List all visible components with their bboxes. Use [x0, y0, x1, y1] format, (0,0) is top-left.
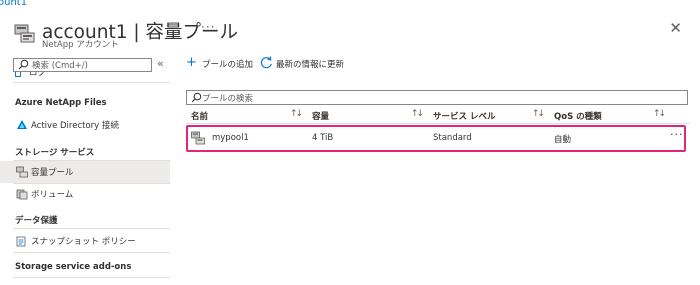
search-icon: [18, 59, 29, 70]
table-header: 名前 ↑↓ 容量 ↑↓ サービス レベル ↑↓ QoS の種類 ↑↓: [186, 109, 690, 124]
page-subtitle: NetApp アカウント: [42, 40, 119, 50]
volume-icon: [16, 189, 28, 200]
search-icon: [191, 92, 202, 103]
add-icon: +: [186, 55, 197, 70]
add-pool-button[interactable]: + プールの追加: [186, 56, 256, 72]
pool-capacity: 4 TiB: [312, 133, 334, 143]
capacity-pool-icon: [191, 131, 205, 145]
netapp-pool-icon: [14, 24, 35, 43]
sidebar-item-snapshot-policies[interactable]: スナップショット ポリシー: [0, 230, 170, 252]
sort-icon[interactable]: ↑↓: [290, 109, 303, 119]
menu-search-placeholder: 検索 (Cmd+/): [32, 61, 88, 71]
main-content: + プールの追加 最新の情報に更新 プールの検索 名前 ↑↓ 容量 ↑↓ サービ…: [186, 56, 690, 285]
sidebar-item-label: Active Directory 接続: [31, 121, 119, 131]
section-azure-netapp-files: Azure NetApp Files: [15, 98, 107, 108]
divider: [13, 277, 170, 278]
page-header: account1 | 容量プール NetApp アカウント ··· ✕: [14, 18, 684, 52]
more-options-icon[interactable]: ···: [201, 20, 215, 34]
sort-icon[interactable]: ↑↓: [411, 109, 424, 119]
resource-menu: 検索 (Cmd+/) « ログ Azure NetApp Files Activ…: [0, 56, 170, 285]
command-bar: + プールの追加 最新の情報に更新: [186, 56, 690, 72]
pool-qos-type: 自動: [554, 135, 572, 145]
menu-search-input[interactable]: 検索 (Cmd+/): [13, 58, 152, 72]
sidebar-item-log-partial[interactable]: ログ: [15, 72, 75, 81]
section-data-protection: データ保護: [15, 216, 58, 226]
pool-search-input[interactable]: プールの検索: [186, 90, 688, 105]
log-icon: [15, 72, 21, 77]
sidebar-item-volumes[interactable]: ボリューム: [0, 183, 170, 205]
collapse-menu-icon[interactable]: «: [157, 57, 164, 70]
sidebar-item-active-directory[interactable]: Active Directory 接続: [0, 114, 170, 136]
sidebar-item-label: ログ: [29, 72, 47, 78]
sidebar-item-label: 容量プール: [31, 168, 74, 178]
capacity-pool-icon: [16, 166, 28, 178]
column-header-qos-type[interactable]: QoS の種類: [554, 110, 602, 122]
row-more-options-icon[interactable]: ···: [670, 128, 684, 141]
sidebar-item-label: スナップショット ポリシー: [31, 237, 136, 247]
refresh-button[interactable]: 最新の情報に更新: [260, 56, 350, 72]
close-icon[interactable]: ✕: [669, 19, 682, 37]
sidebar-item-label: ボリューム: [31, 190, 74, 200]
pool-service-level: Standard: [433, 133, 472, 143]
section-storage-service: ストレージ サービス: [15, 148, 95, 158]
sort-icon[interactable]: ↑↓: [653, 109, 666, 119]
divider: [13, 228, 170, 229]
pool-name-link[interactable]: mypool1: [212, 133, 249, 143]
add-pool-label: プールの追加: [202, 60, 254, 70]
snapshot-policy-icon: [16, 236, 26, 247]
sort-icon[interactable]: ↑↓: [532, 109, 545, 119]
sidebar-item-capacity-pools[interactable]: 容量プール: [0, 161, 170, 183]
breadcrumb-account-link[interactable]: ount1: [0, 0, 27, 8]
section-storage-service-addons: Storage service add-ons: [15, 262, 132, 272]
pool-search-placeholder: プールの検索: [202, 94, 254, 104]
active-directory-icon: [17, 120, 27, 129]
refresh-label: 最新の情報に更新: [276, 60, 345, 70]
column-header-capacity[interactable]: 容量: [312, 110, 329, 122]
table-row[interactable]: mypool1 4 TiB Standard 自動 ···: [186, 125, 686, 152]
divider: [13, 252, 170, 253]
column-header-name[interactable]: 名前: [191, 110, 208, 122]
refresh-icon: [260, 56, 272, 69]
divider: [13, 82, 170, 83]
column-header-service-level[interactable]: サービス レベル: [433, 110, 495, 122]
